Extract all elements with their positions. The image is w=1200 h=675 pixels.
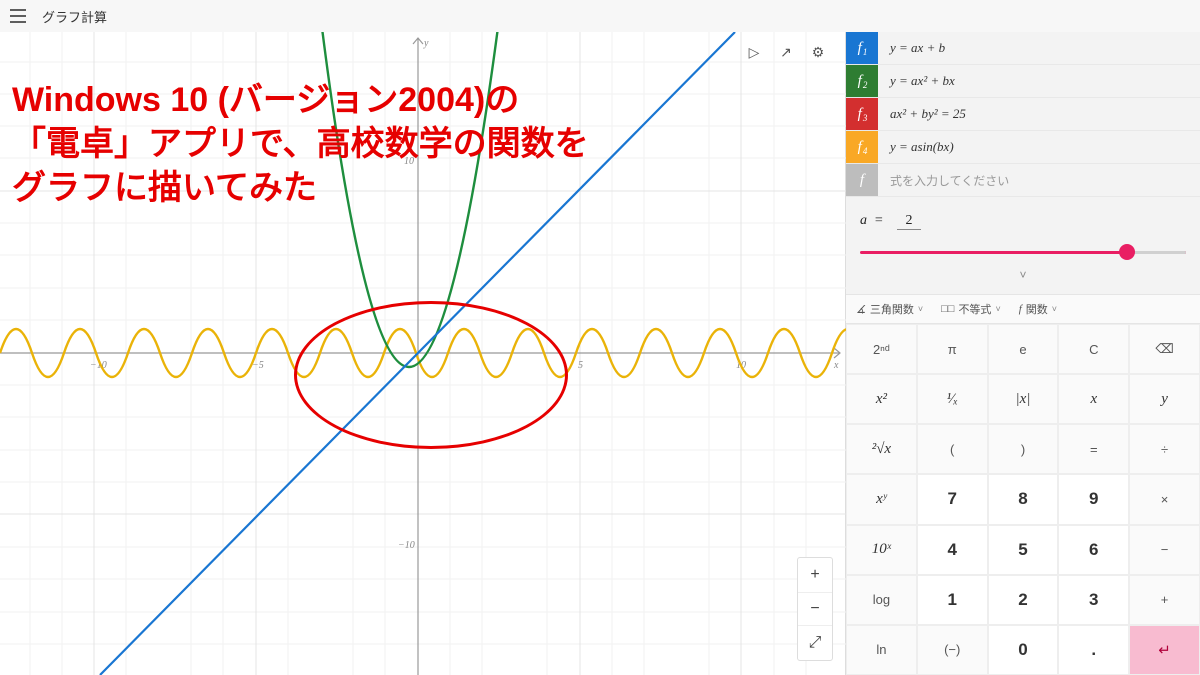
ytick: −10 <box>398 540 415 551</box>
chevron-down-icon[interactable]: ˅ <box>860 264 1186 290</box>
function-chip[interactable]: f1 <box>846 32 878 64</box>
function-chip[interactable]: f2 <box>846 65 878 97</box>
key-⌫[interactable]: ⌫ <box>1129 324 1200 374</box>
function-list: f1y = ax + bf2y = ax² + bxf3ax² + by² = … <box>846 32 1200 197</box>
x-axis-label: x <box>833 360 839 371</box>
key-|x|[interactable]: |x| <box>988 374 1059 424</box>
function-chip[interactable]: f3 <box>846 98 878 130</box>
function-row-1[interactable]: f1y = ax + b <box>846 32 1200 65</box>
key-.[interactable]: . <box>1058 625 1129 675</box>
function-row-2[interactable]: f2y = ax² + bx <box>846 65 1200 98</box>
key-C[interactable]: C <box>1058 324 1129 374</box>
function-expression: y = ax² + bx <box>878 73 1200 89</box>
zoom-in-button[interactable]: + <box>798 558 832 592</box>
key-2ⁿᵈ[interactable]: 2ⁿᵈ <box>846 324 917 374</box>
key-×[interactable]: × <box>1129 474 1200 524</box>
function-input-placeholder[interactable]: 式を入力してください <box>878 172 1200 189</box>
key-e[interactable]: e <box>988 324 1059 374</box>
function-row-4[interactable]: f4y = asin(bx) <box>846 131 1200 164</box>
key-↵[interactable]: ↵ <box>1129 625 1200 675</box>
function-chip[interactable]: f4 <box>846 131 878 163</box>
key-+[interactable]: + <box>1129 575 1200 625</box>
hamburger-menu[interactable] <box>10 9 26 23</box>
share-button[interactable]: ↗ <box>771 38 801 66</box>
key-9[interactable]: 9 <box>1058 474 1129 524</box>
key-0[interactable]: 0 <box>988 625 1059 675</box>
chevron-down-icon: ˅ <box>918 304 923 314</box>
category-label: 関数 <box>1026 301 1048 317</box>
key-π[interactable]: π <box>917 324 988 374</box>
overlay-caption: Windows 10 (バージョン2004)の 「電卓」アプリで、高校数学の関数… <box>12 78 589 211</box>
category-tabs: ∡ 三角関数 ˅ □□ 不等式 ˅ f 関数 ˅ <box>846 294 1200 324</box>
function-expression: ax² + by² = 25 <box>878 106 1200 122</box>
category-tab-2[interactable]: f 関数 ˅ <box>1019 301 1057 317</box>
xtick: 5 <box>578 360 583 371</box>
app-title: グラフ計算 <box>42 7 107 26</box>
chevron-down-icon: ˅ <box>1052 304 1057 314</box>
function-expression: y = ax + b <box>878 40 1200 56</box>
key-log[interactable]: log <box>846 575 917 625</box>
graph-options-button[interactable]: ⚙ <box>803 38 833 66</box>
slider-value[interactable]: 2 <box>897 213 921 230</box>
zoom-fit-button[interactable]: ⤢ <box>798 626 832 660</box>
category-label: 不等式 <box>958 301 991 317</box>
category-icon: f <box>1019 303 1022 315</box>
key-8[interactable]: 8 <box>988 474 1059 524</box>
zoom-out-button[interactable]: − <box>798 592 832 626</box>
category-icon: □□ <box>941 303 954 315</box>
key-y[interactable]: y <box>1129 374 1200 424</box>
y-axis-label: y <box>423 38 429 49</box>
slider-var: a <box>860 213 867 228</box>
key-1[interactable]: 1 <box>917 575 988 625</box>
key-10ˣ[interactable]: 10ˣ <box>846 525 917 575</box>
key-=[interactable]: = <box>1058 424 1129 474</box>
key-−[interactable]: − <box>1129 525 1200 575</box>
category-tab-0[interactable]: ∡ 三角関数 ˅ <box>856 301 923 317</box>
trace-button[interactable]: ▷ <box>739 38 769 66</box>
variable-slider[interactable] <box>860 240 1186 264</box>
graph-canvas[interactable]: −10 −5 5 10 10 −10 x y Windows 10 (バージョン… <box>0 32 845 675</box>
key-7[interactable]: 7 <box>917 474 988 524</box>
variable-slider-block: a = 2 ˅ <box>846 197 1200 294</box>
chevron-down-icon: ˅ <box>995 304 1000 314</box>
function-row-3[interactable]: f3ax² + by² = 25 <box>846 98 1200 131</box>
key-3[interactable]: 3 <box>1058 575 1129 625</box>
key-²√x[interactable]: ²√x <box>846 424 917 474</box>
category-icon: ∡ <box>856 303 866 316</box>
key-¹⁄ₓ[interactable]: ¹⁄ₓ <box>917 374 988 424</box>
function-expression: y = asin(bx) <box>878 139 1200 155</box>
category-tab-1[interactable]: □□ 不等式 ˅ <box>941 301 1001 317</box>
overlay-highlight-ellipse <box>294 301 568 449</box>
key-(−)[interactable]: (−) <box>917 625 988 675</box>
keypad: 2ⁿᵈπeC⌫ x²¹⁄ₓ|x|xy ²√x()=÷ xʸ789× 10ˣ456− log… <box>846 324 1200 675</box>
key-÷[interactable]: ÷ <box>1129 424 1200 474</box>
key-xʸ[interactable]: xʸ <box>846 474 917 524</box>
key-)[interactable]: ) <box>988 424 1059 474</box>
function-input-row[interactable]: f式を入力してください <box>846 164 1200 197</box>
key-x[interactable]: x <box>1058 374 1129 424</box>
function-chip-new: f <box>846 164 878 196</box>
key-ln[interactable]: ln <box>846 625 917 675</box>
key-5[interactable]: 5 <box>988 525 1059 575</box>
key-([interactable]: ( <box>917 424 988 474</box>
key-x²[interactable]: x² <box>846 374 917 424</box>
key-4[interactable]: 4 <box>917 525 988 575</box>
key-2[interactable]: 2 <box>988 575 1059 625</box>
category-label: 三角関数 <box>870 301 914 317</box>
key-6[interactable]: 6 <box>1058 525 1129 575</box>
